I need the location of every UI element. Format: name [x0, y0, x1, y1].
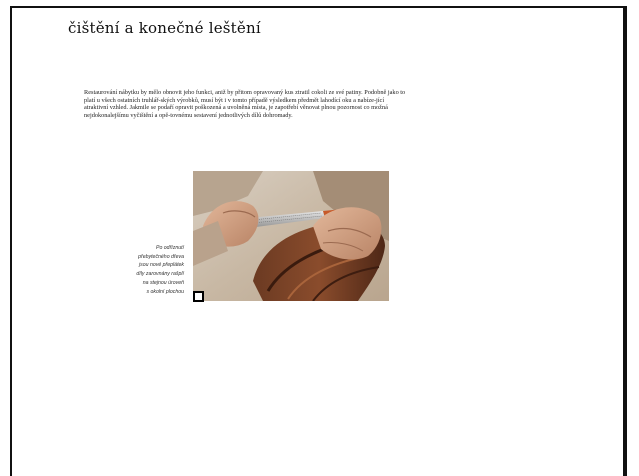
caption-line: přebytečného dřeva: [138, 253, 184, 260]
caption-line: na stejnou úroveň: [142, 279, 184, 286]
photo-caption: Po odříznutí přebytečného dřeva jsou nov…: [118, 244, 184, 296]
caption-line: Po odříznutí: [156, 245, 184, 251]
photo-rasp-smoothing: [193, 171, 389, 301]
caption-line: díly zarovnány rašplí: [136, 271, 184, 278]
body-paragraph: Restaurování nábytku by mělo obnovit jeh…: [84, 89, 406, 119]
caption-line: jsou nové přeplátek: [139, 262, 184, 269]
page-title: čištění a konečné leštění: [68, 19, 261, 37]
caption-marker-square: [193, 291, 204, 302]
caption-line: s okolní plochou: [146, 288, 185, 295]
